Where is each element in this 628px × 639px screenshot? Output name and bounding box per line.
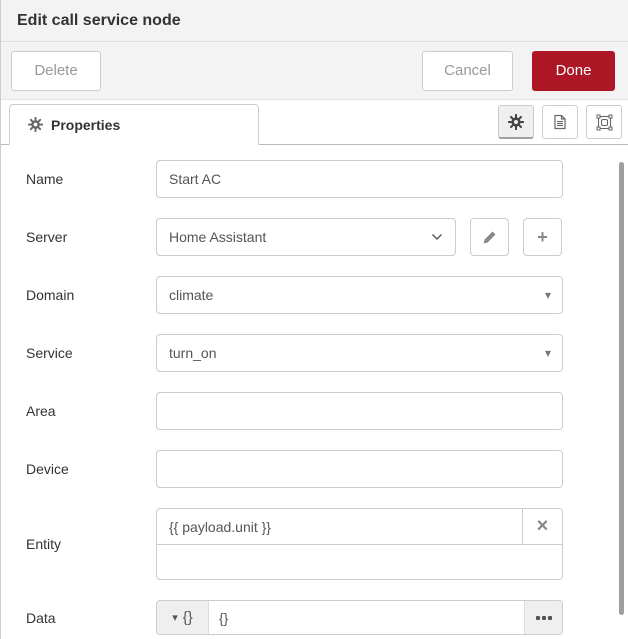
selection-frame-icon [596, 114, 613, 131]
data-value-input[interactable] [209, 601, 524, 634]
service-label: Service [26, 345, 156, 361]
area-label: Area [26, 403, 156, 419]
triangle-down-icon[interactable]: ▾ [545, 346, 551, 360]
chevron-down-icon [431, 233, 443, 241]
name-input[interactable] [156, 160, 563, 198]
vertical-scrollbar[interactable] [619, 162, 624, 615]
entity-label: Entity [26, 536, 156, 552]
ellipsis-icon [536, 616, 552, 620]
add-server-button[interactable]: + [523, 218, 562, 256]
entity-input-empty[interactable] [157, 545, 562, 579]
gear-icon [28, 117, 43, 132]
name-label: Name [26, 171, 156, 187]
entity-list-item: × [157, 509, 562, 544]
properties-form: Name Server Home Assistant [1, 145, 628, 635]
tab-tools [498, 105, 622, 139]
entity-list: × [156, 508, 563, 580]
tab-properties-label: Properties [51, 117, 120, 133]
edit-server-button[interactable] [470, 218, 509, 256]
server-row: Server Home Assistant [26, 218, 628, 256]
service-input[interactable] [156, 334, 563, 372]
data-row: Data ▾ {} [26, 600, 628, 635]
data-type-select-button[interactable]: ▾ {} [157, 601, 209, 634]
edit-node-dialog: Edit call service node Delete Cancel Don… [0, 0, 628, 639]
device-label: Device [26, 461, 156, 477]
properties-view-button[interactable] [498, 105, 534, 139]
data-label: Data [26, 610, 156, 626]
entity-input[interactable] [157, 509, 522, 544]
close-icon: × [537, 515, 549, 538]
cancel-button[interactable]: Cancel [422, 51, 513, 91]
document-icon [552, 114, 568, 130]
remove-entity-button[interactable]: × [522, 509, 562, 544]
area-input[interactable] [156, 392, 563, 430]
triangle-down-icon[interactable]: ▾ [545, 288, 551, 302]
expand-editor-button[interactable] [524, 601, 562, 634]
server-select[interactable]: Home Assistant [156, 218, 456, 256]
gear-icon [508, 114, 524, 130]
server-label: Server [26, 229, 156, 245]
service-row: Service ▾ [26, 334, 628, 372]
appearance-view-button[interactable] [586, 105, 622, 139]
plus-icon: + [537, 227, 548, 248]
done-button[interactable]: Done [532, 51, 615, 91]
dialog-title: Edit call service node [17, 12, 181, 30]
area-row: Area [26, 392, 628, 430]
name-row: Name [26, 160, 628, 198]
json-type-icon: {} [183, 609, 193, 626]
dialog-button-bar: Delete Cancel Done [1, 42, 628, 100]
device-row: Device [26, 450, 628, 488]
domain-input[interactable] [156, 276, 563, 314]
triangle-down-icon: ▾ [172, 611, 178, 624]
server-select-value: Home Assistant [169, 229, 266, 245]
tab-bar: Properties [1, 100, 628, 145]
data-typed-input: ▾ {} [156, 600, 563, 635]
device-input[interactable] [156, 450, 563, 488]
entity-row: Entity × [26, 508, 628, 580]
domain-row: Domain ▾ [26, 276, 628, 314]
description-view-button[interactable] [542, 105, 578, 139]
tab-properties[interactable]: Properties [9, 104, 259, 145]
dialog-header: Edit call service node [1, 0, 628, 42]
domain-label: Domain [26, 287, 156, 303]
delete-button[interactable]: Delete [11, 51, 101, 91]
pencil-icon [482, 230, 497, 245]
entity-list-item [157, 544, 562, 579]
